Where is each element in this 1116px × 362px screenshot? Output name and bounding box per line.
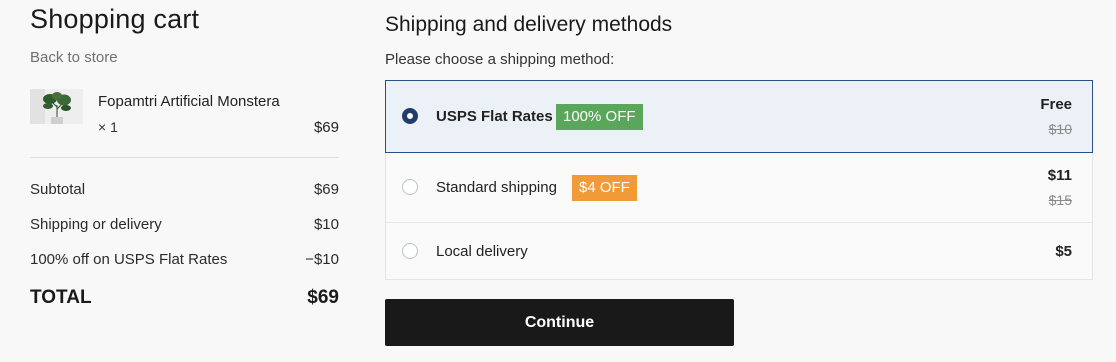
shipping-option-old-price: $15 — [1048, 192, 1072, 208]
shipping-options-list: USPS Flat Rates 100% OFF Free $10 Standa… — [385, 80, 1093, 280]
shipping-cost-row: Shipping or delivery $10 — [30, 216, 339, 236]
shipping-option-local[interactable]: Local delivery $5 — [386, 223, 1092, 279]
summary-value: $69 — [313, 181, 339, 198]
checkout-page: Shopping cart Back to store Fopamtri Art… — [0, 0, 1116, 362]
shipping-option-price: $11 — [1047, 167, 1072, 184]
shipping-option-standard[interactable]: Standard shipping $4 OFF $11 $15 — [386, 153, 1092, 222]
discount-row: 100% off on USPS Flat Rates −$10 — [30, 251, 339, 271]
continue-button[interactable]: Continue — [385, 299, 734, 346]
shipping-title: Shipping and delivery methods — [385, 13, 673, 36]
radio-selected-icon[interactable] — [402, 108, 418, 124]
cart-divider — [30, 157, 339, 158]
summary-value: −$10 — [305, 251, 339, 268]
shipping-option-usps[interactable]: USPS Flat Rates 100% OFF Free $10 — [385, 80, 1093, 153]
summary-label: 100% off on USPS Flat Rates — [30, 251, 228, 268]
summary-label: Subtotal — [30, 181, 86, 198]
shipping-option-price: $5 — [1055, 243, 1072, 260]
shipping-option-label: Local delivery — [436, 243, 528, 260]
monstera-plant-image — [30, 89, 83, 124]
total-row: TOTAL $69 — [30, 287, 339, 311]
product-quantity: × 1 — [98, 119, 118, 135]
radio-unselected-icon[interactable] — [402, 179, 418, 195]
shipping-option-old-price: $10 — [1048, 121, 1072, 137]
discount-badge: $4 OFF — [572, 175, 637, 201]
subtotal-row: Subtotal $69 — [30, 181, 339, 201]
radio-unselected-icon[interactable] — [402, 243, 418, 259]
summary-value: $10 — [313, 216, 339, 233]
total-value: $69 — [307, 287, 339, 308]
product-thumbnail — [30, 89, 83, 124]
cart-title: Shopping cart — [30, 4, 200, 34]
shipping-option-price: Free — [1040, 96, 1072, 113]
total-label: TOTAL — [30, 287, 92, 308]
discount-badge: 100% OFF — [556, 104, 643, 130]
shipping-prompt: Please choose a shipping method: — [385, 51, 615, 68]
shipping-option-label: Standard shipping — [436, 179, 557, 196]
summary-label: Shipping or delivery — [30, 216, 162, 233]
product-price: $69 — [313, 119, 339, 136]
product-name: Fopamtri Artificial Monstera — [98, 93, 280, 110]
back-to-store-link[interactable]: Back to store — [30, 49, 118, 66]
shipping-option-label: USPS Flat Rates — [436, 108, 553, 125]
